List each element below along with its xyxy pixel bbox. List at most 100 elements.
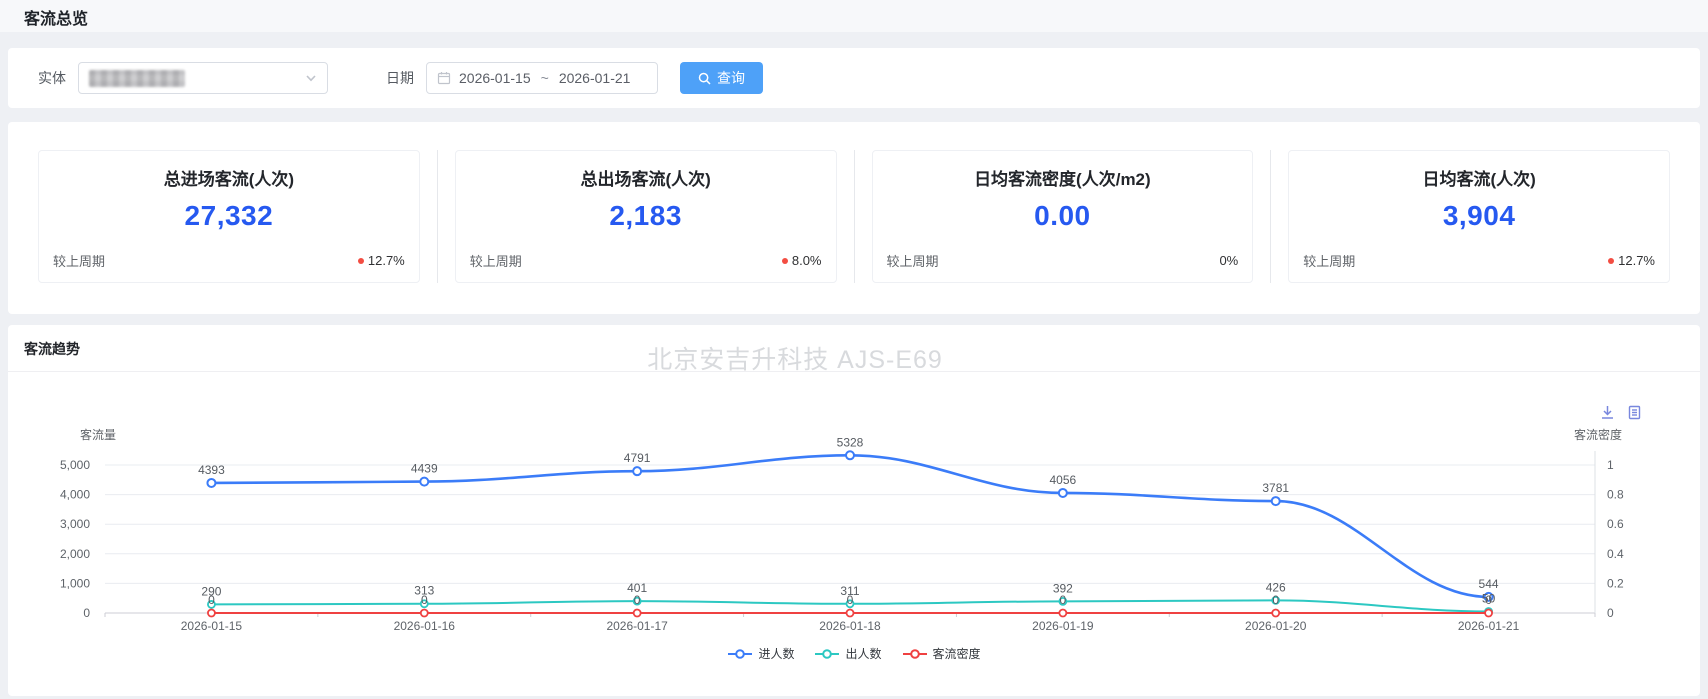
data-label: 0	[1485, 593, 1492, 607]
y-axis-right-tick: 0.2	[1607, 576, 1624, 590]
calendar-icon	[437, 71, 451, 85]
stat-title: 总出场客流(人次)	[456, 165, 836, 190]
data-label: 4791	[624, 451, 651, 465]
data-point	[633, 467, 641, 475]
stat-card: 日均客流密度(人次/m2) 0.00 较上周期 0%	[872, 150, 1254, 283]
data-label: 0	[847, 593, 854, 607]
date-range-input[interactable]: 2026-01-15 ~ 2026-01-21	[426, 62, 658, 94]
trend-card: 客流趋势 北京安吉升科技 AJS-E69 01,0002,0003,0004,0…	[8, 325, 1700, 696]
data-label: 0	[1060, 593, 1067, 607]
chart-legend: 进人数 出人数 客流密度	[8, 645, 1700, 662]
date-start-value[interactable]: 2026-01-15	[459, 70, 531, 86]
legend-item-进人数[interactable]: 进人数	[727, 645, 794, 662]
data-point	[634, 610, 641, 617]
x-axis-label: 2026-01-20	[1245, 619, 1307, 633]
stat-change: 8.0%	[782, 253, 822, 268]
legend-marker-icon	[814, 648, 840, 660]
stat-change: 12.7%	[1608, 253, 1655, 268]
data-point	[1059, 610, 1066, 617]
stat-compare-label: 较上周期	[1303, 251, 1355, 270]
right-axis-name: 客流密度	[1574, 427, 1622, 442]
change-dot	[358, 258, 364, 264]
section-title: 客流趋势	[24, 339, 80, 359]
stat-footer: 较上周期 12.7%	[1303, 251, 1655, 270]
stat-card: 日均客流(人次) 3,904 较上周期 12.7%	[1288, 150, 1670, 283]
data-label: 4393	[198, 463, 225, 477]
y-axis-right-tick: 0	[1607, 606, 1614, 620]
change-dot	[1608, 258, 1614, 264]
data-label: 5328	[837, 435, 864, 449]
stat-value: 2,183	[456, 200, 836, 232]
data-label: 3781	[1262, 481, 1289, 495]
y-axis-left-tick: 3,000	[60, 517, 90, 531]
date-end-value[interactable]: 2026-01-21	[559, 70, 631, 86]
series-0-group: 4393 4439 4791 5328 4056 3781 544	[198, 435, 1499, 601]
y-axis-right-tick: 1	[1607, 458, 1614, 472]
data-label: 4056	[1050, 473, 1077, 487]
legend-marker-icon	[727, 648, 753, 660]
trend-chart: 01,0002,0003,0004,0005,00000.20.40.60.81…	[8, 371, 1700, 671]
data-label: 544	[1479, 577, 1499, 591]
stat-value: 3,904	[1289, 200, 1669, 232]
stat-value: 27,332	[39, 200, 419, 232]
stat-compare-label: 较上周期	[887, 251, 939, 270]
chevron-down-icon	[305, 72, 317, 84]
stat-footer: 较上周期 0%	[887, 251, 1239, 270]
query-button[interactable]: 查询	[680, 62, 763, 94]
data-point	[207, 479, 215, 487]
stat-footer: 较上周期 8.0%	[470, 251, 822, 270]
stat-card: 总进场客流(人次) 27,332 较上周期 12.7%	[38, 150, 420, 283]
y-axis-right-tick: 0.8	[1607, 488, 1624, 502]
search-icon	[698, 72, 711, 85]
y-axis-right-tick: 0.4	[1607, 547, 1624, 561]
change-value: 8.0%	[792, 253, 822, 268]
entity-select-value-redacted	[89, 70, 185, 87]
y-axis-left-tick: 4,000	[60, 488, 90, 502]
change-value: 0%	[1219, 253, 1238, 268]
legend-item-客流密度[interactable]: 客流密度	[902, 645, 981, 662]
data-point	[1272, 497, 1280, 505]
stat-compare-label: 较上周期	[53, 251, 105, 270]
query-button-label: 查询	[717, 68, 745, 88]
entity-select[interactable]	[78, 62, 328, 94]
data-point	[208, 610, 215, 617]
stat-change: 0%	[1219, 253, 1238, 268]
stat-value: 0.00	[873, 200, 1253, 232]
change-value: 12.7%	[1618, 253, 1655, 268]
x-axis-label: 2026-01-19	[1032, 619, 1094, 633]
date-label: 日期	[386, 68, 414, 88]
stat-compare-label: 较上周期	[470, 251, 522, 270]
stat-card: 总出场客流(人次) 2,183 较上周期 8.0%	[455, 150, 837, 283]
x-axis-label: 2026-01-17	[606, 619, 668, 633]
y-axis-left-tick: 2,000	[60, 547, 90, 561]
data-label: 4439	[411, 462, 438, 476]
legend-label: 进人数	[758, 645, 794, 662]
data-label: 0	[421, 593, 428, 607]
data-point	[847, 610, 854, 617]
series-line	[211, 455, 1488, 597]
y-axis-left-tick: 1,000	[60, 576, 90, 590]
data-point	[1272, 610, 1279, 617]
data-point	[420, 478, 428, 486]
change-dot	[782, 258, 788, 264]
legend-item-出人数[interactable]: 出人数	[814, 645, 881, 662]
stat-title: 日均客流(人次)	[1289, 165, 1669, 190]
stats-overview: 总进场客流(人次) 27,332 较上周期 12.7% 总出场客流(人次) 2,…	[8, 122, 1700, 314]
entity-label: 实体	[38, 68, 66, 88]
stat-change: 12.7%	[358, 253, 405, 268]
stat-title: 总进场客流(人次)	[39, 165, 419, 190]
stat-footer: 较上周期 12.7%	[53, 251, 405, 270]
stat-divider	[1270, 150, 1271, 283]
legend-label: 客流密度	[933, 645, 981, 662]
stats-row: 总进场客流(人次) 27,332 较上周期 12.7% 总出场客流(人次) 2,…	[38, 150, 1670, 283]
filter-bar: 实体 日期 2026-01-15 ~ 2026-01-21 查询	[8, 48, 1700, 108]
stat-divider	[854, 150, 855, 283]
left-axis-name: 客流量	[80, 427, 116, 442]
data-label: 0	[208, 593, 215, 607]
data-point	[1059, 489, 1067, 497]
legend-marker-icon	[902, 648, 928, 660]
data-label: 0	[1272, 593, 1279, 607]
x-axis-label: 2026-01-18	[819, 619, 881, 633]
y-axis-left-tick: 0	[83, 606, 90, 620]
stat-title: 日均客流密度(人次/m2)	[873, 165, 1253, 190]
